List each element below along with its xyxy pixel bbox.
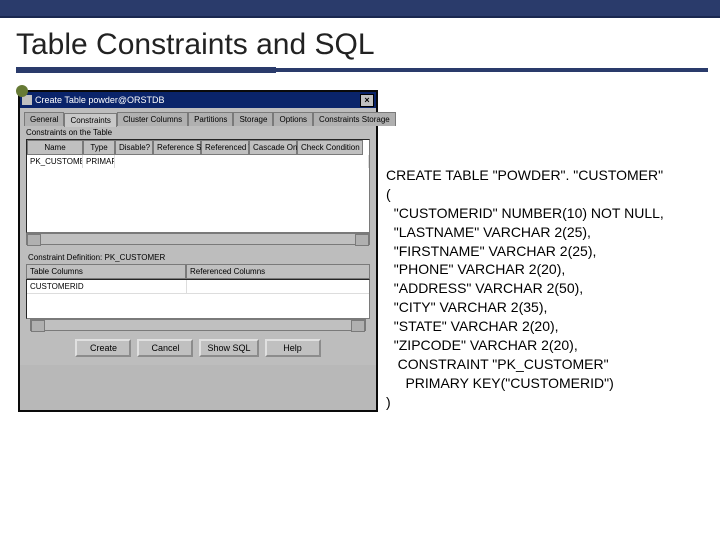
- sql-line: CONSTRAINT "PK_CUSTOMER": [386, 356, 609, 372]
- tab-storage[interactable]: Storage: [233, 112, 273, 126]
- constraints-grid[interactable]: Name Type Disable? Reference Schema Refe…: [26, 139, 370, 233]
- cell-ref-column[interactable]: [187, 280, 193, 293]
- tab-constraints-storage[interactable]: Constraints Storage: [313, 112, 396, 126]
- sql-line: PRIMARY KEY("CUSTOMERID"): [386, 375, 614, 391]
- subcol-referenced-columns[interactable]: Referenced Columns: [186, 264, 370, 279]
- slide-top-bar: [0, 0, 720, 18]
- tab-constraints[interactable]: Constraints: [64, 113, 116, 127]
- create-table-dialog: Create Table powder@ORSTDB × General Con…: [18, 90, 378, 412]
- tab-cluster-columns[interactable]: Cluster Columns: [117, 112, 188, 126]
- tab-general[interactable]: General: [24, 112, 64, 126]
- sql-line: ): [386, 394, 391, 410]
- sql-line: "PHONE" VARCHAR 2(20),: [386, 261, 565, 277]
- sql-line: "STATE" VARCHAR 2(20),: [386, 318, 559, 334]
- sql-line: (: [386, 186, 391, 202]
- sql-line: "CUSTOMERID" NUMBER(10) NOT NULL,: [386, 205, 664, 221]
- horizontal-scrollbar[interactable]: [30, 319, 366, 331]
- col-ref-table[interactable]: Referenced Table: [201, 140, 249, 155]
- slide-rule: [16, 68, 708, 72]
- cancel-button[interactable]: Cancel: [137, 339, 193, 357]
- sql-code-block: CREATE TABLE "POWDER". "CUSTOMER" ( "CUS…: [386, 90, 664, 412]
- table-row[interactable]: PK_CUSTOMER PRIMARY: [27, 155, 369, 168]
- col-check[interactable]: Check Condition: [297, 140, 363, 155]
- sql-line: "LASTNAME" VARCHAR 2(25),: [386, 224, 591, 240]
- cell-type[interactable]: PRIMARY: [83, 155, 115, 168]
- slide-title: Table Constraints and SQL: [0, 18, 720, 68]
- col-ref-schema[interactable]: Reference Schema: [153, 140, 201, 155]
- col-name[interactable]: Name: [27, 140, 83, 155]
- cell-name[interactable]: PK_CUSTOMER: [27, 155, 83, 168]
- col-type[interactable]: Type: [83, 140, 115, 155]
- definition-grid[interactable]: CUSTOMERID: [26, 279, 370, 319]
- dialog-title: Create Table powder@ORSTDB: [35, 95, 165, 105]
- constraints-group-label: Constraints on the Table: [22, 126, 374, 139]
- cell-empty[interactable]: [115, 155, 369, 168]
- dialog-titlebar: Create Table powder@ORSTDB ×: [20, 92, 376, 108]
- grid-blank-area: [27, 168, 369, 232]
- dialog-tabs: General Constraints Cluster Columns Part…: [22, 110, 374, 126]
- sql-line: "FIRSTNAME" VARCHAR 2(25),: [386, 243, 596, 259]
- subcol-table-columns[interactable]: Table Columns: [26, 264, 186, 279]
- sql-line: CREATE TABLE "POWDER". "CUSTOMER": [386, 167, 663, 183]
- tab-partitions[interactable]: Partitions: [188, 112, 233, 126]
- accent-dot: [16, 85, 28, 97]
- show-sql-button[interactable]: Show SQL: [199, 339, 258, 357]
- sql-line: "ZIPCODE" VARCHAR 2(20),: [386, 337, 578, 353]
- constraint-definition-label: Constraint Definition: PK_CUSTOMER: [26, 251, 370, 264]
- create-button[interactable]: Create: [75, 339, 131, 357]
- close-icon[interactable]: ×: [360, 94, 374, 107]
- cell-table-column[interactable]: CUSTOMERID: [27, 280, 187, 293]
- col-cascade[interactable]: Cascade On Delete: [249, 140, 297, 155]
- tab-options[interactable]: Options: [273, 112, 313, 126]
- col-disable[interactable]: Disable?: [115, 140, 153, 155]
- sql-line: "CITY" VARCHAR 2(35),: [386, 299, 547, 315]
- horizontal-scrollbar[interactable]: [26, 233, 370, 245]
- help-button[interactable]: Help: [265, 339, 321, 357]
- sql-line: "ADDRESS" VARCHAR 2(50),: [386, 280, 583, 296]
- table-row[interactable]: CUSTOMERID: [27, 280, 369, 294]
